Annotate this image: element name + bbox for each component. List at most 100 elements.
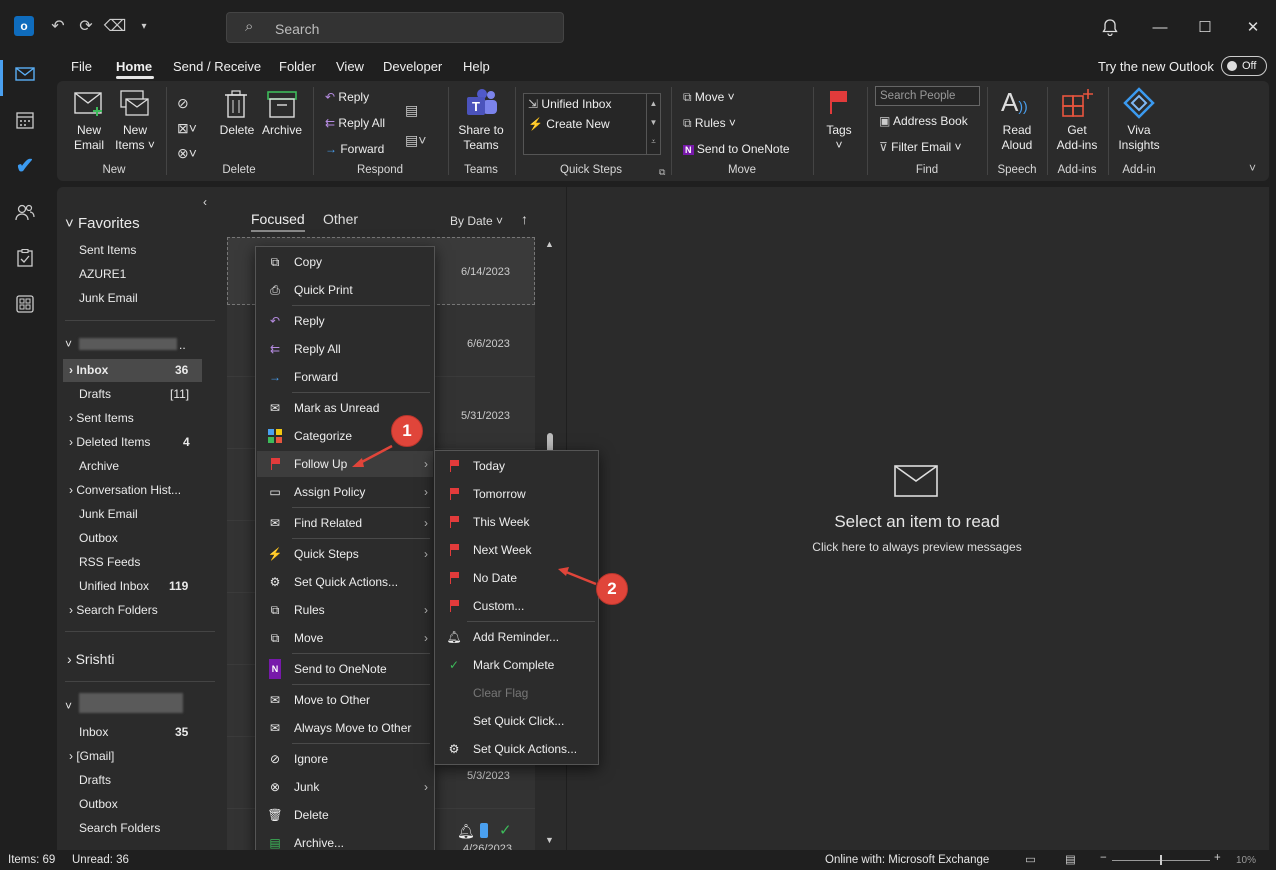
maximize-button[interactable]: ☐ [1190, 14, 1220, 40]
filter-email-button[interactable]: ⊽ Filter Email ˅ [879, 140, 962, 155]
minimize-button[interactable]: — [1145, 14, 1175, 40]
archive-button[interactable]: Archive [259, 123, 305, 138]
quick-steps-scroll[interactable]: ▲ ▼ ⩡ [646, 94, 660, 154]
folder-archive[interactable]: Archive [79, 459, 119, 473]
folder-search-folders[interactable]: › Search Folders [69, 603, 158, 617]
zoom-in-icon[interactable]: + [1214, 852, 1221, 864]
refresh-icon[interactable]: ⟳ [74, 14, 98, 38]
folder-drafts[interactable]: Drafts [79, 387, 111, 401]
sort-by-date[interactable]: By Date ˅ [450, 214, 503, 228]
rules-button[interactable]: ⧉ Rules ˅ [683, 116, 736, 131]
read-aloud-button[interactable]: Read Aloud [993, 123, 1041, 153]
sort-direction-icon[interactable]: ↑ [521, 211, 528, 227]
send-to-onenote-button[interactable]: N Send to OneNote [683, 142, 790, 158]
fav-sent-items[interactable]: Sent Items [79, 243, 136, 257]
undo-icon[interactable]: ↶ [46, 14, 70, 38]
bell-icon[interactable] [1095, 14, 1125, 40]
close-button[interactable]: ✕ [1238, 14, 1268, 40]
viva-insights-button[interactable]: Viva Insights [1113, 123, 1165, 153]
try-new-outlook-toggle[interactable]: Off [1221, 56, 1267, 76]
customize-toolbar-icon[interactable]: ▾ [132, 14, 156, 38]
message-date: 6/14/2023 [461, 266, 510, 278]
ctx-find-related[interactable]: ✉ Find Related › [266, 513, 428, 533]
people-icon[interactable] [13, 200, 37, 224]
ctx-follow-up[interactable]: Follow Up › [266, 454, 428, 474]
ctx-assign-policy[interactable]: ▭ Assign Policy › [266, 482, 428, 502]
folder-outbox-2[interactable]: Outbox [79, 797, 118, 811]
qs-create-new[interactable]: ⚡ Create New [528, 117, 610, 132]
tab-focused[interactable]: Focused [251, 211, 305, 227]
unified-count: 119 [169, 579, 189, 593]
reading-pane[interactable]: Select an item to read Click here to alw… [567, 187, 1269, 850]
share-to-teams-button[interactable]: Share to Teams [455, 123, 507, 153]
folder-gmail[interactable]: › [Gmail] [69, 749, 114, 763]
reading-view-icon[interactable]: ▤ [1065, 852, 1076, 866]
menu-send-receive[interactable]: Send / Receive [173, 59, 261, 74]
ctx-junk[interactable]: ⊗ Junk › [266, 777, 428, 797]
account1-header[interactable]: ˅ [65, 337, 72, 351]
tab-other[interactable]: Other [323, 211, 358, 227]
clear-flag-icon[interactable]: ⌫ [103, 14, 127, 38]
folder-search-folders-2[interactable]: Search Folders [79, 821, 160, 835]
folder-rss-feeds[interactable]: RSS Feeds [79, 555, 140, 569]
mail-icon[interactable] [13, 62, 37, 86]
normal-view-icon[interactable]: ▭ [1025, 852, 1036, 866]
preview-link[interactable]: Click here to always preview messages [567, 540, 1267, 554]
folder-drafts-2[interactable]: Drafts [79, 773, 111, 787]
new-items-button[interactable]: New Items ˅ [113, 123, 157, 153]
menu-developer[interactable]: Developer [383, 59, 442, 74]
apps-icon[interactable] [13, 292, 37, 316]
delete-small-icons[interactable]: ⊘ ⊠˅ ⊗˅ [177, 91, 197, 166]
ribbon-separator [166, 87, 167, 175]
folder-deleted-items[interactable]: › Deleted Items [69, 435, 150, 449]
get-addins-button[interactable]: Get Add-ins [1051, 123, 1103, 153]
ctx-move[interactable]: ⧉ Move › [266, 628, 428, 648]
divider [292, 743, 430, 744]
folder-inbox-2[interactable]: Inbox [79, 725, 108, 739]
menu-home[interactable]: Home [116, 59, 152, 74]
divider [65, 631, 215, 632]
folder-pane: ‹ ˅ Favorites Sent Items AZURE1 Junk Ema… [57, 187, 223, 850]
ribbon-collapse-icon[interactable]: ˅ [1249, 161, 1256, 175]
ctx-rules[interactable]: ⧉ Rules › [266, 600, 428, 620]
new-email-button[interactable]: New Email [71, 123, 107, 153]
ribbon-separator [987, 87, 988, 175]
menu-file[interactable]: File [71, 59, 92, 74]
menu-help[interactable]: Help [463, 59, 490, 74]
todo-icon[interactable]: ✔ [13, 153, 37, 178]
folder-inbox[interactable]: › Inbox [69, 363, 108, 377]
folder-sent-items[interactable]: › Sent Items [69, 411, 134, 425]
delete-button[interactable]: Delete [217, 123, 257, 138]
quick-steps-launcher-icon[interactable]: ⧉ [659, 167, 665, 178]
forward-button[interactable]: → Forward [325, 142, 384, 157]
fav-azure1[interactable]: AZURE1 [79, 267, 126, 281]
account-srishti[interactable]: › Srishti [67, 651, 114, 667]
account2-header[interactable]: ˅ [65, 699, 72, 713]
ctx-quick-steps[interactable]: ⚡ Quick Steps › [266, 544, 428, 564]
tags-button[interactable]: Tags ˅ [821, 123, 857, 153]
search-input[interactable]: ⌕ Search [226, 12, 564, 43]
ribbon-separator [1108, 87, 1109, 175]
search-people-input[interactable]: Search People [875, 86, 980, 106]
folder-unified-inbox[interactable]: Unified Inbox [79, 579, 149, 593]
menu-view[interactable]: View [336, 59, 364, 74]
reply-all-button[interactable]: ⇇ Reply All [325, 116, 385, 131]
move-button[interactable]: ⧉ Move ˅ [683, 90, 735, 105]
zoom-thumb[interactable] [1160, 855, 1162, 865]
folder-outbox[interactable]: Outbox [79, 531, 118, 545]
menu-folder[interactable]: Folder [279, 59, 316, 74]
respond-more-icons[interactable]: ▤ ▤˅ [405, 95, 426, 155]
collapse-pane-icon[interactable]: ‹ [203, 195, 207, 209]
tasks-icon[interactable] [13, 246, 37, 270]
group-find-label: Find [915, 164, 939, 176]
folder-junk-email[interactable]: Junk Email [79, 507, 138, 521]
group-addin-label: Add-in [1122, 164, 1156, 176]
zoom-out-icon[interactable]: − [1100, 852, 1107, 864]
reply-button[interactable]: ↶ Reply [325, 90, 369, 105]
qs-unified-inbox[interactable]: ⇲ Unified Inbox [528, 97, 611, 112]
favorites-header[interactable]: ˅ Favorites [65, 215, 140, 232]
folder-conversation-history[interactable]: › Conversation Hist... [69, 483, 181, 497]
calendar-icon[interactable] [13, 108, 37, 132]
fav-junk-email[interactable]: Junk Email [79, 291, 138, 305]
address-book-button[interactable]: ▣ Address Book [879, 114, 968, 129]
